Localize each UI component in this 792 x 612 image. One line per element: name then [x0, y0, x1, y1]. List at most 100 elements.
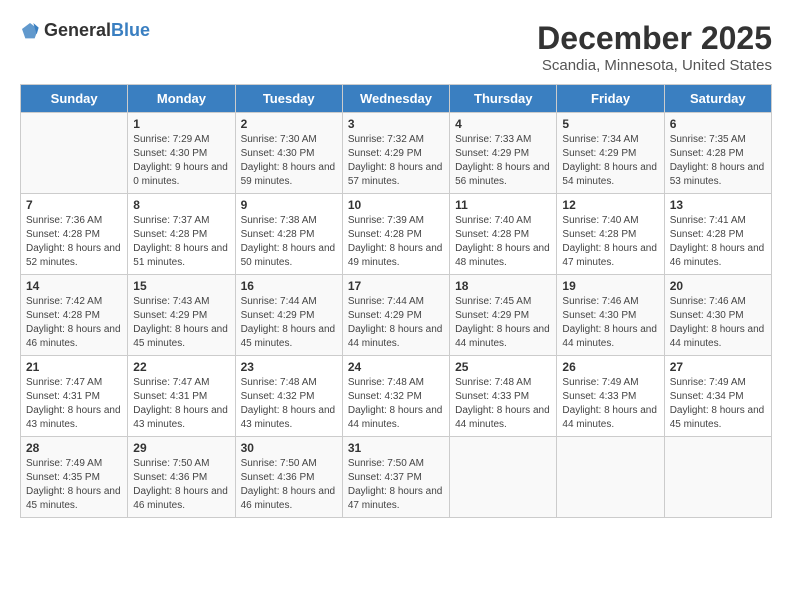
- day-cell: [664, 437, 771, 518]
- day-cell: 25Sunrise: 7:48 AMSunset: 4:33 PMDayligh…: [450, 356, 557, 437]
- sunset-text: Sunset: 4:28 PM: [670, 228, 766, 242]
- week-row-3: 14Sunrise: 7:42 AMSunset: 4:28 PMDayligh…: [21, 275, 772, 356]
- day-info: Sunrise: 7:48 AMSunset: 4:32 PMDaylight:…: [348, 376, 444, 432]
- daylight-text: Daylight: 8 hours and 44 minutes.: [348, 404, 444, 432]
- header-day-monday: Monday: [128, 85, 235, 113]
- sunset-text: Sunset: 4:28 PM: [455, 228, 551, 242]
- sunrise-text: Sunrise: 7:50 AM: [348, 457, 444, 471]
- header-day-friday: Friday: [557, 85, 664, 113]
- day-cell: 9Sunrise: 7:38 AMSunset: 4:28 PMDaylight…: [235, 194, 342, 275]
- day-cell: 23Sunrise: 7:48 AMSunset: 4:32 PMDayligh…: [235, 356, 342, 437]
- day-info: Sunrise: 7:36 AMSunset: 4:28 PMDaylight:…: [26, 214, 122, 270]
- daylight-text: Daylight: 8 hours and 47 minutes.: [348, 485, 444, 513]
- sunset-text: Sunset: 4:29 PM: [455, 147, 551, 161]
- day-number: 24: [348, 360, 444, 374]
- sunrise-text: Sunrise: 7:44 AM: [348, 295, 444, 309]
- sunset-text: Sunset: 4:36 PM: [133, 471, 229, 485]
- header-day-tuesday: Tuesday: [235, 85, 342, 113]
- sunset-text: Sunset: 4:35 PM: [26, 471, 122, 485]
- sunrise-text: Sunrise: 7:43 AM: [133, 295, 229, 309]
- sunset-text: Sunset: 4:28 PM: [26, 309, 122, 323]
- day-number: 17: [348, 279, 444, 293]
- day-number: 29: [133, 441, 229, 455]
- header-row: SundayMondayTuesdayWednesdayThursdayFrid…: [21, 85, 772, 113]
- daylight-text: Daylight: 8 hours and 43 minutes.: [241, 404, 337, 432]
- logo-icon: [20, 21, 40, 41]
- daylight-text: Daylight: 8 hours and 44 minutes.: [670, 323, 766, 351]
- sunset-text: Sunset: 4:32 PM: [348, 390, 444, 404]
- day-info: Sunrise: 7:46 AMSunset: 4:30 PMDaylight:…: [670, 295, 766, 351]
- day-info: Sunrise: 7:45 AMSunset: 4:29 PMDaylight:…: [455, 295, 551, 351]
- sunset-text: Sunset: 4:29 PM: [348, 309, 444, 323]
- day-cell: 13Sunrise: 7:41 AMSunset: 4:28 PMDayligh…: [664, 194, 771, 275]
- day-cell: 22Sunrise: 7:47 AMSunset: 4:31 PMDayligh…: [128, 356, 235, 437]
- daylight-text: Daylight: 8 hours and 57 minutes.: [348, 161, 444, 189]
- day-number: 3: [348, 117, 444, 131]
- sunset-text: Sunset: 4:32 PM: [241, 390, 337, 404]
- day-number: 30: [241, 441, 337, 455]
- sunset-text: Sunset: 4:29 PM: [348, 147, 444, 161]
- daylight-text: Daylight: 8 hours and 46 minutes.: [241, 485, 337, 513]
- daylight-text: Daylight: 8 hours and 45 minutes.: [133, 323, 229, 351]
- day-info: Sunrise: 7:32 AMSunset: 4:29 PMDaylight:…: [348, 133, 444, 189]
- day-cell: 8Sunrise: 7:37 AMSunset: 4:28 PMDaylight…: [128, 194, 235, 275]
- calendar-table: SundayMondayTuesdayWednesdayThursdayFrid…: [20, 84, 772, 518]
- day-cell: 31Sunrise: 7:50 AMSunset: 4:37 PMDayligh…: [342, 437, 449, 518]
- subtitle: Scandia, Minnesota, United States: [537, 57, 772, 74]
- day-cell: 14Sunrise: 7:42 AMSunset: 4:28 PMDayligh…: [21, 275, 128, 356]
- day-info: Sunrise: 7:39 AMSunset: 4:28 PMDaylight:…: [348, 214, 444, 270]
- day-info: Sunrise: 7:35 AMSunset: 4:28 PMDaylight:…: [670, 133, 766, 189]
- day-cell: 11Sunrise: 7:40 AMSunset: 4:28 PMDayligh…: [450, 194, 557, 275]
- daylight-text: Daylight: 8 hours and 56 minutes.: [455, 161, 551, 189]
- sunrise-text: Sunrise: 7:34 AM: [562, 133, 658, 147]
- day-cell: 28Sunrise: 7:49 AMSunset: 4:35 PMDayligh…: [21, 437, 128, 518]
- day-number: 14: [26, 279, 122, 293]
- day-number: 15: [133, 279, 229, 293]
- sunset-text: Sunset: 4:29 PM: [133, 309, 229, 323]
- sunrise-text: Sunrise: 7:40 AM: [455, 214, 551, 228]
- sunrise-text: Sunrise: 7:49 AM: [670, 376, 766, 390]
- sunrise-text: Sunrise: 7:49 AM: [562, 376, 658, 390]
- sunset-text: Sunset: 4:28 PM: [670, 147, 766, 161]
- sunrise-text: Sunrise: 7:47 AM: [26, 376, 122, 390]
- daylight-text: Daylight: 9 hours and 0 minutes.: [133, 161, 229, 189]
- day-cell: 30 Sunrise: 7:50 AMSunset: 4:36 PMDayligh…: [235, 437, 342, 518]
- sunrise-text: Sunrise: 7:35 AM: [670, 133, 766, 147]
- sunrise-text: Sunrise: 7:48 AM: [348, 376, 444, 390]
- day-cell: 20Sunrise: 7:46 AMSunset: 4:30 PMDayligh…: [664, 275, 771, 356]
- daylight-text: Daylight: 8 hours and 44 minutes.: [455, 404, 551, 432]
- sunset-text: Sunset: 4:28 PM: [348, 228, 444, 242]
- day-info: Sunrise: 7:44 AMSunset: 4:29 PMDaylight:…: [241, 295, 337, 351]
- day-info: Sunrise: 7:38 AMSunset: 4:28 PMDaylight:…: [241, 214, 337, 270]
- day-number: 7: [26, 198, 122, 212]
- sunrise-text: Sunrise: 7:46 AM: [670, 295, 766, 309]
- day-cell: [450, 437, 557, 518]
- day-number: 4: [455, 117, 551, 131]
- day-cell: 17Sunrise: 7:44 AMSunset: 4:29 PMDayligh…: [342, 275, 449, 356]
- daylight-text: Daylight: 8 hours and 45 minutes.: [26, 485, 122, 513]
- daylight-text: Daylight: 8 hours and 44 minutes.: [562, 404, 658, 432]
- day-cell: 6Sunrise: 7:35 AMSunset: 4:28 PMDaylight…: [664, 113, 771, 194]
- day-info: Sunrise: 7:50 AMSunset: 4:36 PMDaylight:…: [241, 457, 337, 513]
- sunrise-text: Sunrise: 7:32 AM: [348, 133, 444, 147]
- sunset-text: Sunset: 4:28 PM: [241, 228, 337, 242]
- day-info: Sunrise: 7:40 AMSunset: 4:28 PMDaylight:…: [455, 214, 551, 270]
- day-number: 26: [562, 360, 658, 374]
- sunrise-text: Sunrise: 7:48 AM: [241, 376, 337, 390]
- day-info: Sunrise: 7:47 AMSunset: 4:31 PMDaylight:…: [26, 376, 122, 432]
- sunset-text: Sunset: 4:28 PM: [133, 228, 229, 242]
- day-info: Sunrise: 7:43 AMSunset: 4:29 PMDaylight:…: [133, 295, 229, 351]
- sunrise-text: Sunrise: 7:41 AM: [670, 214, 766, 228]
- day-number: 8: [133, 198, 229, 212]
- day-number: 31: [348, 441, 444, 455]
- day-cell: 21Sunrise: 7:47 AMSunset: 4:31 PMDayligh…: [21, 356, 128, 437]
- sunrise-text: Sunrise: 7:46 AM: [562, 295, 658, 309]
- day-cell: 18Sunrise: 7:45 AMSunset: 4:29 PMDayligh…: [450, 275, 557, 356]
- header-day-thursday: Thursday: [450, 85, 557, 113]
- logo-general: General: [44, 20, 111, 40]
- daylight-text: Daylight: 8 hours and 53 minutes.: [670, 161, 766, 189]
- sunrise-text: Sunrise: 7:30 AM: [241, 133, 337, 147]
- week-row-2: 7 Sunrise: 7:36 AMSunset: 4:28 PMDaylight…: [21, 194, 772, 275]
- logo-blue: Blue: [111, 20, 150, 40]
- sunset-text: Sunset: 4:30 PM: [241, 147, 337, 161]
